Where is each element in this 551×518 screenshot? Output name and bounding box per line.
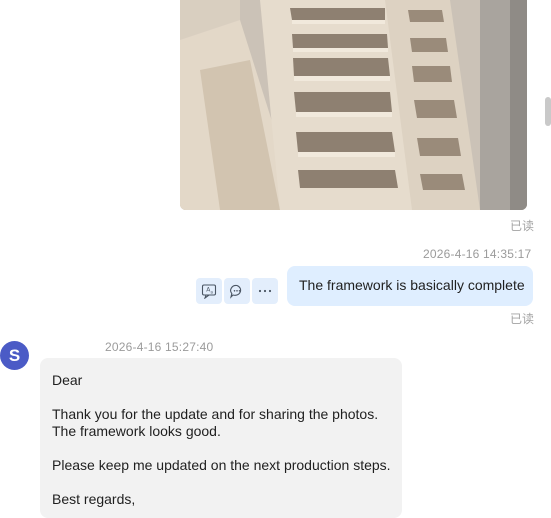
more-button[interactable]	[252, 278, 278, 304]
message-paragraph: Please keep me updated on the next produ…	[52, 457, 391, 473]
wooden-frame-photo	[180, 0, 527, 210]
message-greeting: Dear	[52, 372, 83, 388]
scrollbar-thumb[interactable]	[545, 97, 551, 126]
message-closing: Best regards,	[52, 491, 136, 507]
outgoing-message-bubble[interactable]: The framework is basically complete	[287, 266, 533, 306]
more-icon	[258, 289, 272, 293]
translate-icon: A a	[201, 284, 217, 299]
reply-button[interactable]	[224, 278, 250, 304]
message-line: The framework looks good.	[52, 423, 221, 439]
message-timestamp: 2026-4-16 14:35:17	[423, 247, 532, 261]
incoming-message-bubble[interactable]: Dear Thank you for the update and for sh…	[40, 358, 402, 518]
svg-text:a: a	[211, 290, 214, 295]
message-actions: A a	[196, 278, 278, 304]
avatar-initial: S	[8, 345, 21, 365]
message-text: The framework is basically complete	[299, 277, 525, 293]
avatar[interactable]: S	[0, 341, 29, 370]
message-paragraph: Thank you for the update and for sharing…	[52, 406, 402, 440]
translate-button[interactable]: A a	[196, 278, 222, 304]
read-status: 已读	[510, 219, 535, 233]
message-line: Thank you for the update and for sharing…	[52, 406, 379, 422]
image-attachment[interactable]	[180, 0, 527, 210]
reply-icon	[230, 284, 242, 299]
read-status: 已读	[510, 312, 535, 326]
message-timestamp: 2026-4-16 15:27:40	[105, 340, 214, 354]
